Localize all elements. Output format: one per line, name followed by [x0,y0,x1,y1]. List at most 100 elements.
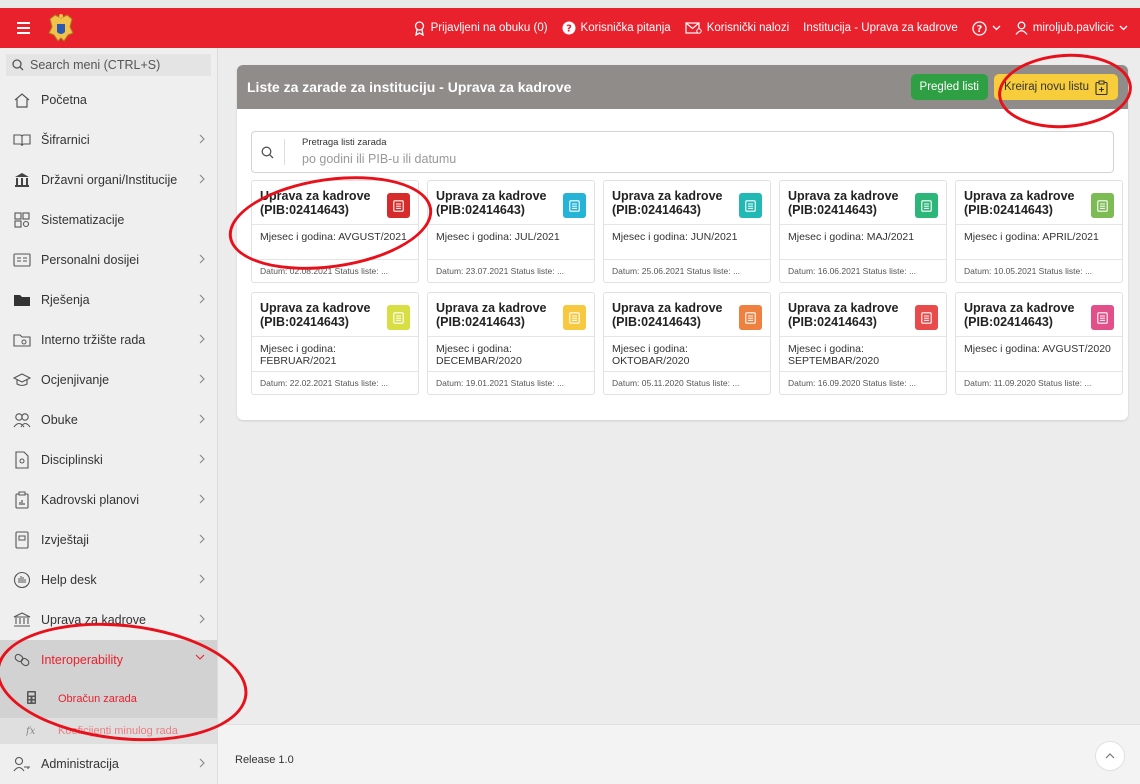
sidebar-item-label: Šifrarnici [41,133,90,147]
card-date: Datum: 16.06.2021 Status liste: ... [788,266,917,276]
salary-list-card[interactable]: Uprava za kadrove (PIB:02414643) Mjesec i… [779,180,947,283]
card-badge[interactable] [1091,305,1114,330]
card-date: Datum: 25.06.2021 Status liste: ... [612,266,741,276]
list-doc-icon [745,311,756,324]
card-month: Mjesec i godina: SEPTEMBAR/2020 [788,343,880,367]
user-name: miroljub.pavlicic [1032,22,1114,34]
accounts-link[interactable]: Korisnički nalozi [685,21,789,35]
salary-list-card[interactable]: Uprava za kadrove (PIB:02414643) Mjesec i… [779,292,947,395]
sidebar-item-kadrovski-planovi[interactable]: Kadrovski planovi [0,480,217,520]
card-divider [252,336,418,337]
institution-link[interactable]: Institucija - Uprava za kadrove [803,22,958,34]
card-divider [252,224,418,225]
card-badge[interactable] [563,193,586,218]
sidebar-item-pocetna[interactable]: Početna [0,80,217,120]
list-doc-icon [569,311,580,324]
user-menu[interactable]: miroljub.pavlicic [1015,21,1128,35]
kreiraj-label: Kreiraj novu listu [1003,81,1089,93]
card-badge[interactable] [739,305,762,330]
sidebar-item-label: Help desk [41,573,97,587]
card-badge[interactable] [563,305,586,330]
search-menu-input[interactable]: Search meni (CTRL+S) [6,54,211,76]
salary-list-card[interactable]: Uprava za kadrove (PIB:02414643) Mjesec i… [603,180,771,283]
card-month: Mjesec i godina: APRIL/2021 [964,231,1099,243]
clipboard-plus-icon [1095,80,1108,95]
pregled-listi-button[interactable]: Pregled listi [910,74,988,100]
salary-list-card[interactable]: Uprava za kadrove (PIB:02414643) Mjesec i… [427,292,595,395]
sidebar-item-drzavni-organi[interactable]: Državni organi/Institucije [0,160,217,200]
sidebar-item-administracija[interactable]: Administracija [0,744,217,784]
card-divider [428,224,594,225]
sidebar-item-disciplinski[interactable]: Disciplinski [0,440,217,480]
sidebar-item-label: Rješenja [41,293,90,307]
building-icon [15,173,29,187]
questions-link[interactable]: ? Korisnička pitanja [562,21,671,35]
sidebar-item-label: Početna [41,93,87,107]
sidebar-subitem-koeficijenti[interactable]: fx Koeficijenti minulog rada [0,718,217,744]
card-month: Mjesec i godina: FEBRUAR/2021 [260,343,337,367]
list-doc-icon [745,199,756,212]
sidebar-item-uprava-za-kadrove[interactable]: Uprava za kadrove [0,600,217,640]
salary-list-card[interactable]: Uprava za kadrove (PIB:02414643) Mjesec i… [251,292,419,395]
sidebar-item-interno-trziste[interactable]: Interno tržište rada [0,320,217,360]
folder-search-icon [13,334,31,347]
card-title: Uprava za kadrove (PIB:02414643) [788,301,899,329]
list-doc-icon [921,311,932,324]
card-divider [956,259,1122,260]
sidebar-item-izvjestaji[interactable]: Izvještaji [0,520,217,560]
kreiraj-novu-listu-button[interactable]: Kreiraj novu listu [993,74,1118,100]
salary-list-cards: Uprava za kadrove (PIB:02414643) Mjesec i… [251,180,1123,395]
sidebar-item-label: Interoperability [41,653,123,667]
help-dropdown[interactable]: ? [972,20,1001,36]
salary-list-card[interactable]: Uprava za kadrove (PIB:02414643) Mjesec i… [955,292,1123,395]
trainings-link[interactable]: Prijavljeni na obuku (0) [413,20,548,36]
salary-list-card[interactable]: Uprava za kadrove (PIB:02414643) Mjesec i… [603,292,771,395]
trainings-link-label: Prijavljeni na obuku (0) [430,22,548,34]
search-menu-placeholder: Search meni (CTRL+S) [30,58,161,72]
chevron-right-icon [199,294,205,304]
sidebar-item-label: Ocjenjivanje [41,373,110,387]
coat-of-arms-logo[interactable] [44,11,78,45]
card-date: Datum: 10.05.2021 Status liste: ... [964,266,1093,276]
graduation-icon [13,373,31,387]
card-badge[interactable] [915,193,938,218]
users-icon [13,413,31,428]
card-badge[interactable] [387,305,410,330]
salary-list-card[interactable]: Uprava za kadrove (PIB:02414643) Mjesec i… [251,180,419,283]
card-badge[interactable] [915,305,938,330]
panel-title: Liste za zarade za instituciju - Uprava … [247,79,572,95]
chevron-right-icon [199,758,205,768]
sidebar-subitem-obracun-zarada[interactable]: Obračun zarada [0,680,217,718]
card-title: Uprava za kadrove (PIB:02414643) [788,189,899,217]
sidebar-subitem-label: Obračun zarada [58,693,137,705]
card-badge[interactable] [387,193,410,218]
sidebar-item-rjesenja[interactable]: Rješenja [0,280,217,320]
salary-list-search[interactable]: Pretraga listi zarada po godini ili PIB-… [251,131,1114,173]
scroll-top-button[interactable] [1095,741,1125,771]
sidebar-item-sifrarnici[interactable]: Šifrarnici [0,120,217,160]
sidebar: Search meni (CTRL+S) Početna Šifrarnici … [0,48,218,784]
salary-list-card[interactable]: Uprava za kadrove (PIB:02414643) Mjesec i… [427,180,595,283]
chevron-right-icon [199,574,205,584]
card-badge[interactable] [1091,193,1114,218]
sidebar-item-interoperability[interactable]: Interoperability [0,640,217,680]
card-title: Uprava za kadrove (PIB:02414643) [612,189,723,217]
award-icon [414,20,424,36]
sidebar-item-ocjenjivanje[interactable]: Ocjenjivanje [0,360,217,400]
salary-list-card[interactable]: Uprava za kadrove (PIB:02414643) Mjesec i… [955,180,1123,283]
card-date: Datum: 11.09.2020 Status liste: ... [964,378,1092,388]
sidebar-item-label: Kadrovski planovi [41,493,139,507]
card-divider [956,224,1122,225]
list-doc-icon [921,199,932,212]
sidebar-item-help-desk[interactable]: Help desk [0,560,217,600]
card-badge[interactable] [739,193,762,218]
sidebar-item-sistematizacije[interactable]: Sistematizacije [0,200,217,240]
chevron-right-icon [199,534,205,544]
sidebar-item-label: Sistematizacije [41,213,125,227]
sidebar-item-obuke[interactable]: Obuke [0,400,217,440]
sidebar-item-label: Izvještaji [41,533,89,547]
card-date: Datum: 02.08.2021 Status liste: ... [260,266,389,276]
sidebar-item-personalni-dosijei[interactable]: Personalni dosijei [0,240,217,280]
user-icon [1015,21,1028,35]
hamburger-menu-icon[interactable] [10,15,36,41]
